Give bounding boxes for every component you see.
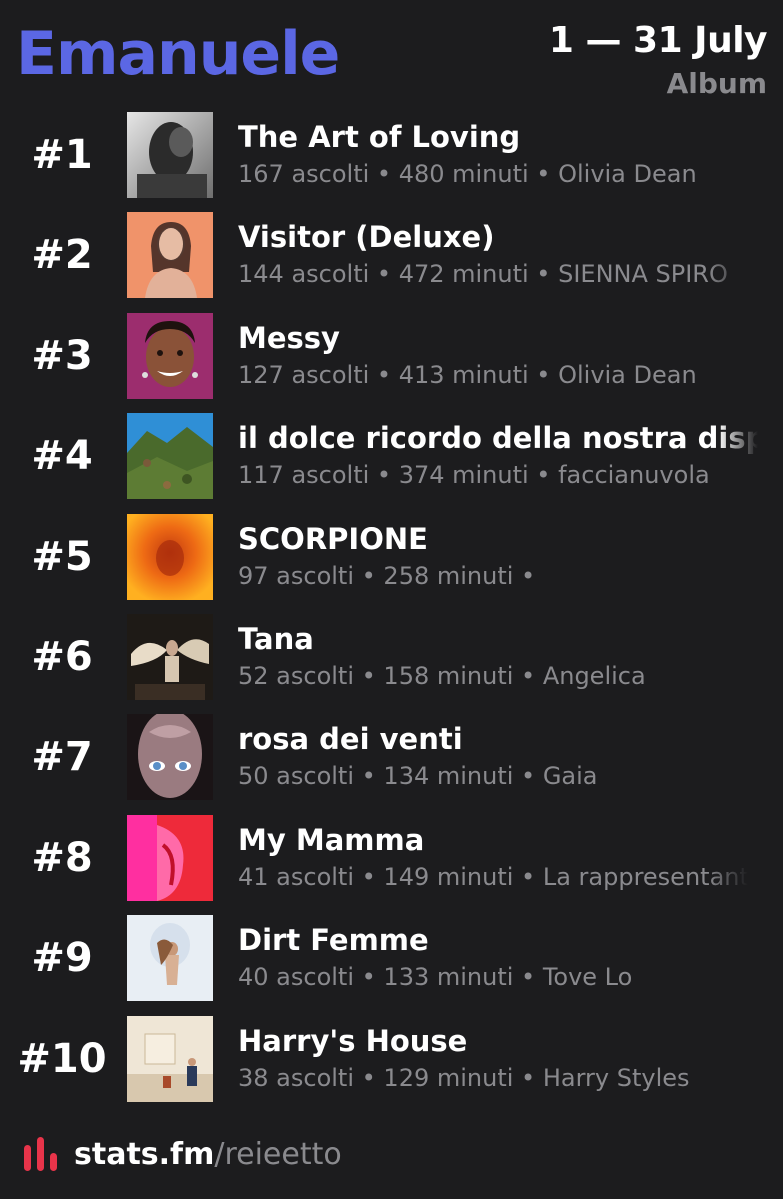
rank-label: #9 — [31, 935, 93, 982]
album-row[interactable]: #4 il dolce ricordo della nostra dispera… — [0, 413, 783, 513]
album-title: Tana — [238, 621, 314, 656]
album-title: SCORPIONE — [238, 521, 428, 556]
album-row[interactable]: #10 Harry's House 38 ascolti • 129 minut… — [0, 1015, 783, 1116]
album-meta: 41 ascolti • 149 minuti • La rappresenta… — [238, 862, 758, 891]
rank-label: #10 — [17, 1035, 107, 1082]
album-cover[interactable] — [127, 212, 213, 299]
stats-fm-logo-icon — [22, 1135, 60, 1173]
album-cover[interactable] — [127, 413, 213, 500]
album-cover[interactable] — [127, 915, 213, 1002]
album-row[interactable]: #6 Tana 52 ascolti • 158 minuti • Angeli… — [0, 613, 783, 714]
album-meta: 127 ascolti • 413 minuti • Olivia Dean — [238, 360, 697, 389]
album-meta: 167 ascolti • 480 minuti • Olivia Dean — [238, 160, 697, 188]
album-meta: 97 ascolti • 258 minuti • — [238, 561, 536, 590]
rank-label: #7 — [31, 734, 93, 781]
album-title: Dirt Femme — [238, 923, 429, 958]
rank-label: #6 — [31, 633, 93, 680]
album-list: #1 The Art of Loving 167 ascolti • 480 m… — [0, 112, 783, 1116]
rank-label: #8 — [31, 834, 93, 881]
album-cover[interactable] — [127, 1015, 213, 1102]
header: Emanuele 1 — 31 July Album — [0, 0, 783, 110]
rank-label: #3 — [31, 332, 93, 379]
brand-label: stats.fm — [74, 1136, 215, 1172]
album-meta: 144 ascolti • 472 minuti • SIENNA SPIRO — [238, 260, 728, 289]
album-title: rosa dei venti — [238, 722, 463, 757]
period-label: 1 — 31 July — [548, 20, 768, 61]
album-cover[interactable] — [127, 112, 213, 198]
rank-label: #5 — [31, 533, 93, 580]
album-title: il dolce ricordo della nostra disperazio… — [238, 421, 758, 456]
album-meta: 50 ascolti • 134 minuti • Gaia — [238, 762, 598, 791]
footer: stats.fm/reieetto — [22, 1132, 342, 1176]
album-cover[interactable] — [127, 613, 213, 700]
username-title: Emanuele — [16, 19, 340, 89]
album-title: Harry's House — [238, 1023, 468, 1058]
rank-label: #4 — [31, 433, 93, 480]
album-meta: 52 ascolti • 158 minuti • Angelica — [238, 661, 646, 690]
rank-label: #2 — [31, 232, 93, 279]
album-title: Visitor (Deluxe) — [238, 220, 495, 255]
album-row[interactable]: #5 SCORPIONE 97 ascolti • 258 minuti • — [0, 513, 783, 614]
album-cover[interactable] — [127, 513, 213, 600]
album-cover[interactable] — [127, 814, 213, 901]
album-row[interactable]: #2 Visitor (Deluxe) 144 ascolti • 472 mi… — [0, 212, 783, 312]
album-meta: 117 ascolti • 374 minuti • faccianuvola — [238, 461, 710, 490]
album-row[interactable]: #3 Messy 127 ascolti • 413 minuti • Oliv… — [0, 312, 783, 413]
album-row[interactable]: #7 rosa dei venti 50 ascolti • 134 minut… — [0, 714, 783, 814]
album-title: Messy — [238, 320, 340, 355]
album-row[interactable]: #9 Dirt Femme 40 ascolti • 133 minuti • … — [0, 915, 783, 1015]
profile-handle[interactable]: /reieetto — [214, 1137, 341, 1172]
album-row[interactable]: #8 My Mamma 41 ascolti • 149 minuti • La… — [0, 814, 783, 915]
album-meta: 38 ascolti • 129 minuti • Harry Styles — [238, 1063, 690, 1092]
album-cover[interactable] — [127, 312, 213, 399]
album-row[interactable]: #1 The Art of Loving 167 ascolti • 480 m… — [0, 112, 783, 212]
album-meta: 40 ascolti • 133 minuti • Tove Lo — [238, 963, 633, 992]
album-title: My Mamma — [238, 822, 425, 857]
album-cover[interactable] — [127, 714, 213, 801]
rank-label: #1 — [31, 132, 93, 178]
category-label: Album — [666, 67, 767, 100]
album-title: The Art of Loving — [238, 120, 521, 154]
